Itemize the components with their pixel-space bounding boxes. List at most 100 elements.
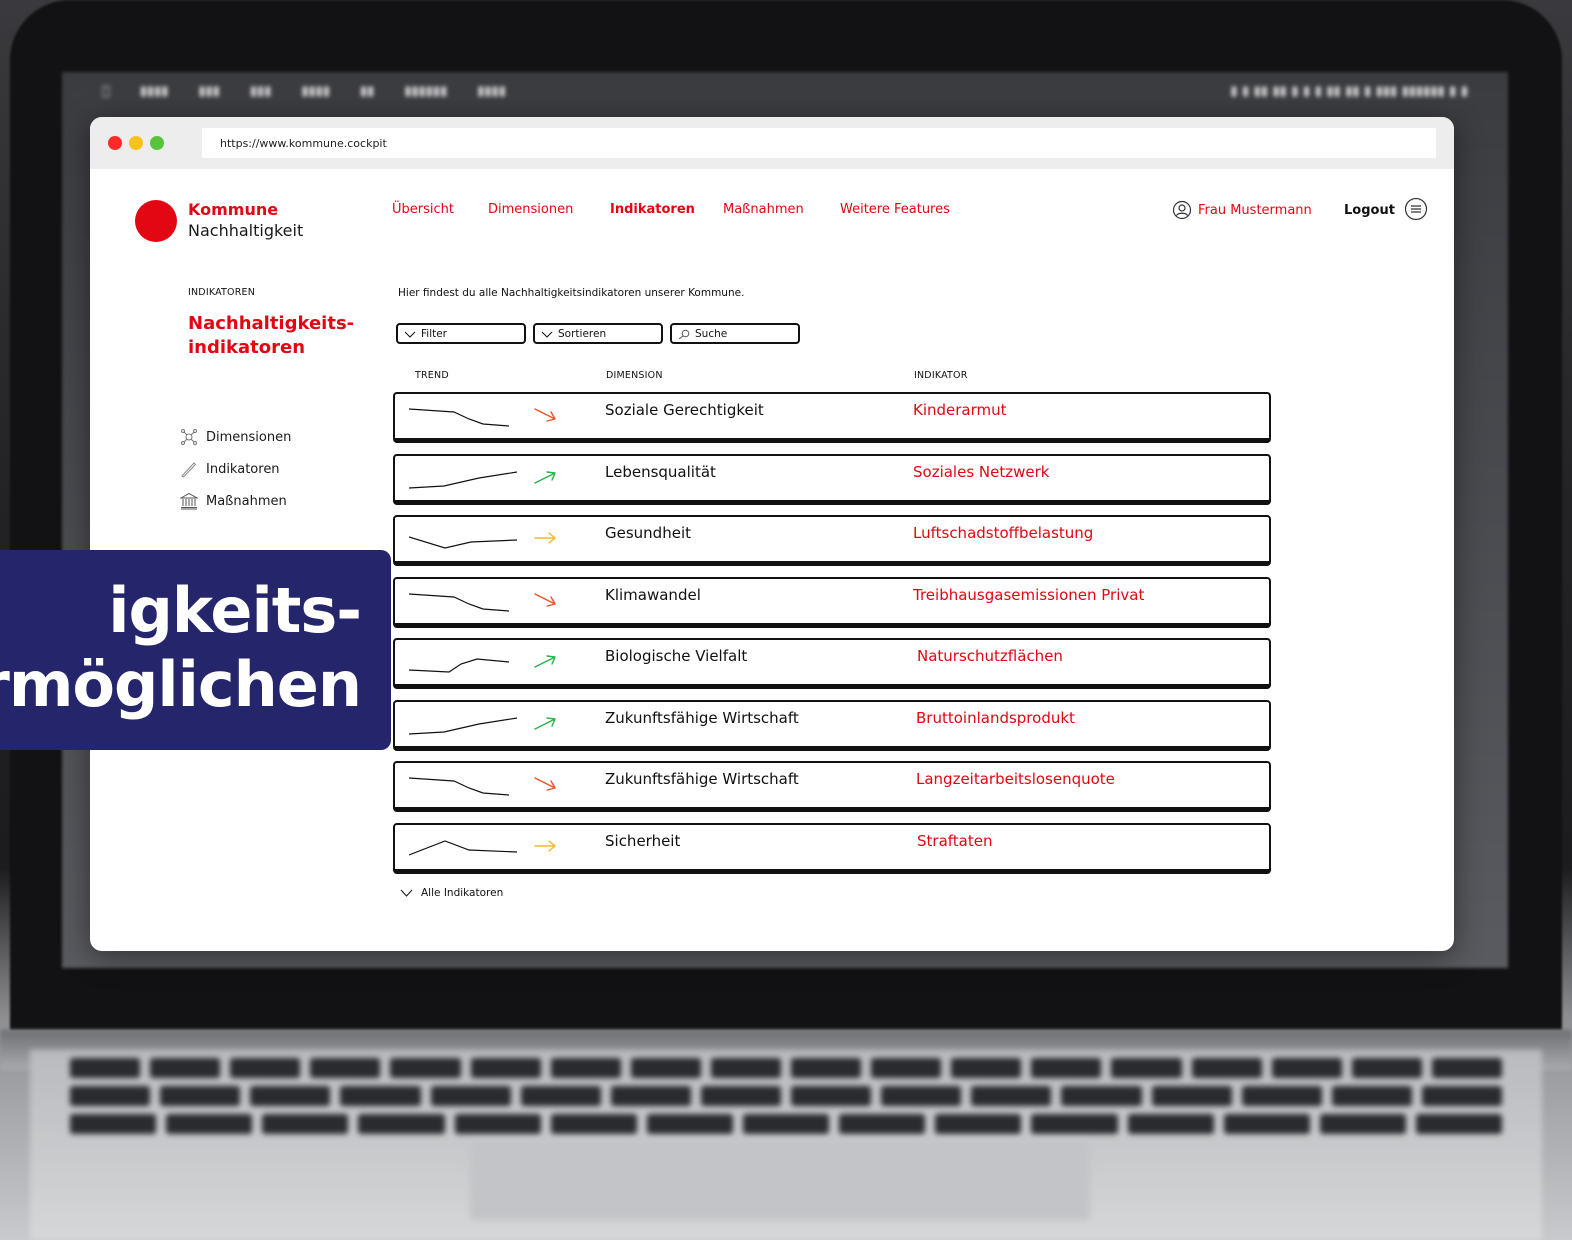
table-row[interactable]: Klimawandel Treibhausgasemissionen Priva… — [393, 576, 1271, 628]
arrow-path — [534, 839, 556, 852]
chevron-down-icon — [404, 331, 416, 338]
nav-indikatoren[interactable]: Indikatoren — [610, 202, 695, 217]
sparkline-path — [409, 658, 510, 673]
row-indicator-link[interactable]: Naturschutzflächen — [917, 647, 1063, 665]
logo-mark[interactable] — [135, 200, 177, 242]
sidebar-item-label: Maßnahmen — [206, 493, 287, 509]
filter-label: Filter — [421, 327, 448, 340]
row-dimension: Gesundheit — [605, 524, 691, 542]
sidebar-item-label: Indikatoren — [206, 461, 280, 477]
logo-line-1: Kommune — [188, 200, 279, 219]
sidebar: INDIKATOREN Nachhaltigkeits- indikatoren… — [180, 287, 354, 510]
sidebar-item-label: Dimensionen — [206, 429, 292, 445]
chevron-down-icon — [541, 331, 553, 338]
arrow-path — [534, 592, 556, 607]
trend-arrow-icon — [534, 592, 556, 607]
sort-label: Sortieren — [558, 327, 607, 340]
sidebar-title: Nachhaltigkeits- indikatoren — [188, 312, 354, 360]
browser-window: https://www.kommune.cockpit Kommune Nach… — [90, 117, 1454, 951]
window-controls — [108, 136, 202, 150]
url-bar[interactable]: https://www.kommune.cockpit — [202, 128, 1436, 158]
trend-sparkline — [409, 777, 510, 796]
maximize-window-button[interactable] — [150, 136, 164, 150]
arrow-path — [534, 716, 556, 730]
user-name: Frau Mustermann — [1198, 202, 1312, 218]
row-indicator-link[interactable]: Kinderarmut — [913, 401, 1007, 419]
filter-dropdown[interactable]: Filter — [396, 323, 526, 344]
sidebar-title-line-1: Nachhaltigkeits- — [188, 313, 355, 334]
arrow-path — [534, 655, 556, 668]
laptop-trackpad — [470, 1140, 1090, 1220]
table-row[interactable]: Biologische Vielfalt Naturschutzflächen — [393, 638, 1271, 689]
sparkline-path — [409, 777, 510, 796]
table-row[interactable]: Zukunftsfähige Wirtschaft Langzeitarbeit… — [393, 761, 1271, 812]
column-header-trend: TREND — [415, 370, 449, 381]
nav-massnahmen[interactable]: Maßnahmen — [723, 202, 804, 217]
sort-dropdown[interactable]: Sortieren — [533, 323, 663, 344]
sidebar-title-line-2: indikatoren — [188, 337, 306, 358]
trend-sparkline — [409, 592, 510, 612]
site-header: Kommune Nachhaltigkeit Übersicht Dimensi… — [90, 169, 1454, 259]
trend-arrow-icon — [534, 408, 556, 422]
banner-line-2: rmöglichen — [0, 648, 362, 721]
nav-weitere-features[interactable]: Weitere Features — [840, 202, 950, 217]
row-dimension: Sicherheit — [605, 831, 681, 850]
arrow-path — [534, 777, 556, 791]
user-profile-link[interactable]: Frau Mustermann — [1172, 200, 1312, 220]
sparkline-path — [409, 839, 518, 856]
logout-button[interactable]: Logout — [1344, 203, 1395, 218]
browser-chrome: https://www.kommune.cockpit — [90, 117, 1454, 169]
row-indicator-link[interactable]: Soziales Netzwerk — [913, 463, 1049, 481]
intro-text: Hier findest du alle Nachhaltigkeitsindi… — [398, 287, 745, 299]
sidebar-item-indikatoren[interactable]: Indikatoren — [180, 453, 291, 485]
row-dimension: Soziale Gerechtigkeit — [605, 401, 764, 419]
search-input[interactable]: Suche — [670, 323, 800, 344]
sparkline-path — [409, 408, 510, 427]
table-row[interactable]: Lebensqualität Soziales Netzwerk — [393, 453, 1271, 505]
search-icon — [678, 329, 690, 339]
search-placeholder: Suche — [695, 327, 728, 340]
row-dimension: Zukunftsfähige Wirtschaft — [605, 770, 799, 788]
trend-arrow-icon — [534, 777, 556, 791]
nav-dimensionen[interactable]: Dimensionen — [488, 202, 573, 217]
sidebar-nav: Dimensionen Indikatoren Maßnahmen — [180, 421, 291, 517]
user-icon — [1172, 200, 1192, 220]
row-indicator-link[interactable]: Luftschadstoffbelastung — [913, 524, 1093, 542]
logo-line-2: Nachhaltigkeit — [188, 221, 304, 240]
trend-sparkline — [409, 716, 518, 735]
trend-sparkline — [409, 658, 510, 673]
trend-sparkline — [409, 470, 518, 489]
trend-sparkline — [409, 408, 510, 427]
column-header-dimension: DIMENSION — [606, 370, 663, 381]
trend-arrow-icon — [534, 532, 556, 544]
nav-uebersicht[interactable]: Übersicht — [392, 202, 454, 217]
row-indicator-link[interactable]: Treibhausgasemissionen Privat — [913, 586, 1144, 604]
row-indicator-link[interactable]: Straftaten — [917, 832, 992, 850]
table-row[interactable]: Gesundheit Luftschadstoffbelastung — [393, 515, 1271, 566]
sparkline-path — [409, 536, 518, 549]
hamburger-menu-icon[interactable] — [1404, 197, 1428, 221]
show-all-indicators-button[interactable]: Alle Indikatoren — [400, 887, 503, 899]
row-dimension: Zukunftsfähige Wirtschaft — [605, 708, 799, 727]
show-all-label: Alle Indikatoren — [421, 887, 504, 899]
table-row[interactable]: Zukunftsfähige Wirtschaft Bruttoinlandsp… — [393, 699, 1271, 751]
table-row[interactable]: Soziale Gerechtigkeit Kinderarmut — [393, 392, 1271, 443]
trend-arrow-icon — [534, 839, 556, 852]
sidebar-item-dimensionen[interactable]: Dimensionen — [180, 421, 291, 453]
minimize-window-button[interactable] — [129, 136, 143, 150]
close-window-button[interactable] — [108, 136, 122, 150]
logo-text[interactable]: Kommune Nachhaltigkeit — [188, 199, 303, 241]
table-row[interactable]: Sicherheit Straftaten — [393, 822, 1271, 874]
trend-sparkline — [409, 839, 518, 856]
row-indicator-link[interactable]: Langzeitarbeitslosenquote — [916, 770, 1115, 788]
trend-sparkline — [409, 536, 518, 549]
row-indicator-link[interactable]: Bruttoinlandsprodukt — [916, 709, 1075, 727]
row-dimension: Biologische Vielfalt — [605, 647, 748, 665]
network-icon — [181, 429, 197, 445]
sidebar-item-massnahmen[interactable]: Maßnahmen — [180, 485, 291, 517]
banner-line-1: igkeits- — [108, 574, 362, 647]
os-menubar-blurred: ▮▮▮▮▮▮▮▮▮▮▮▮▮▮▮▮▮▮▮▮▮▮▮▮▮▮ ▮ ▮ ▮▮ ▮▮ ▮ … — [102, 83, 1468, 99]
promo-banner: igkeits- rmöglichen — [0, 550, 391, 750]
sidebar-kicker: INDIKATOREN — [188, 287, 256, 298]
pen-icon — [181, 462, 197, 478]
